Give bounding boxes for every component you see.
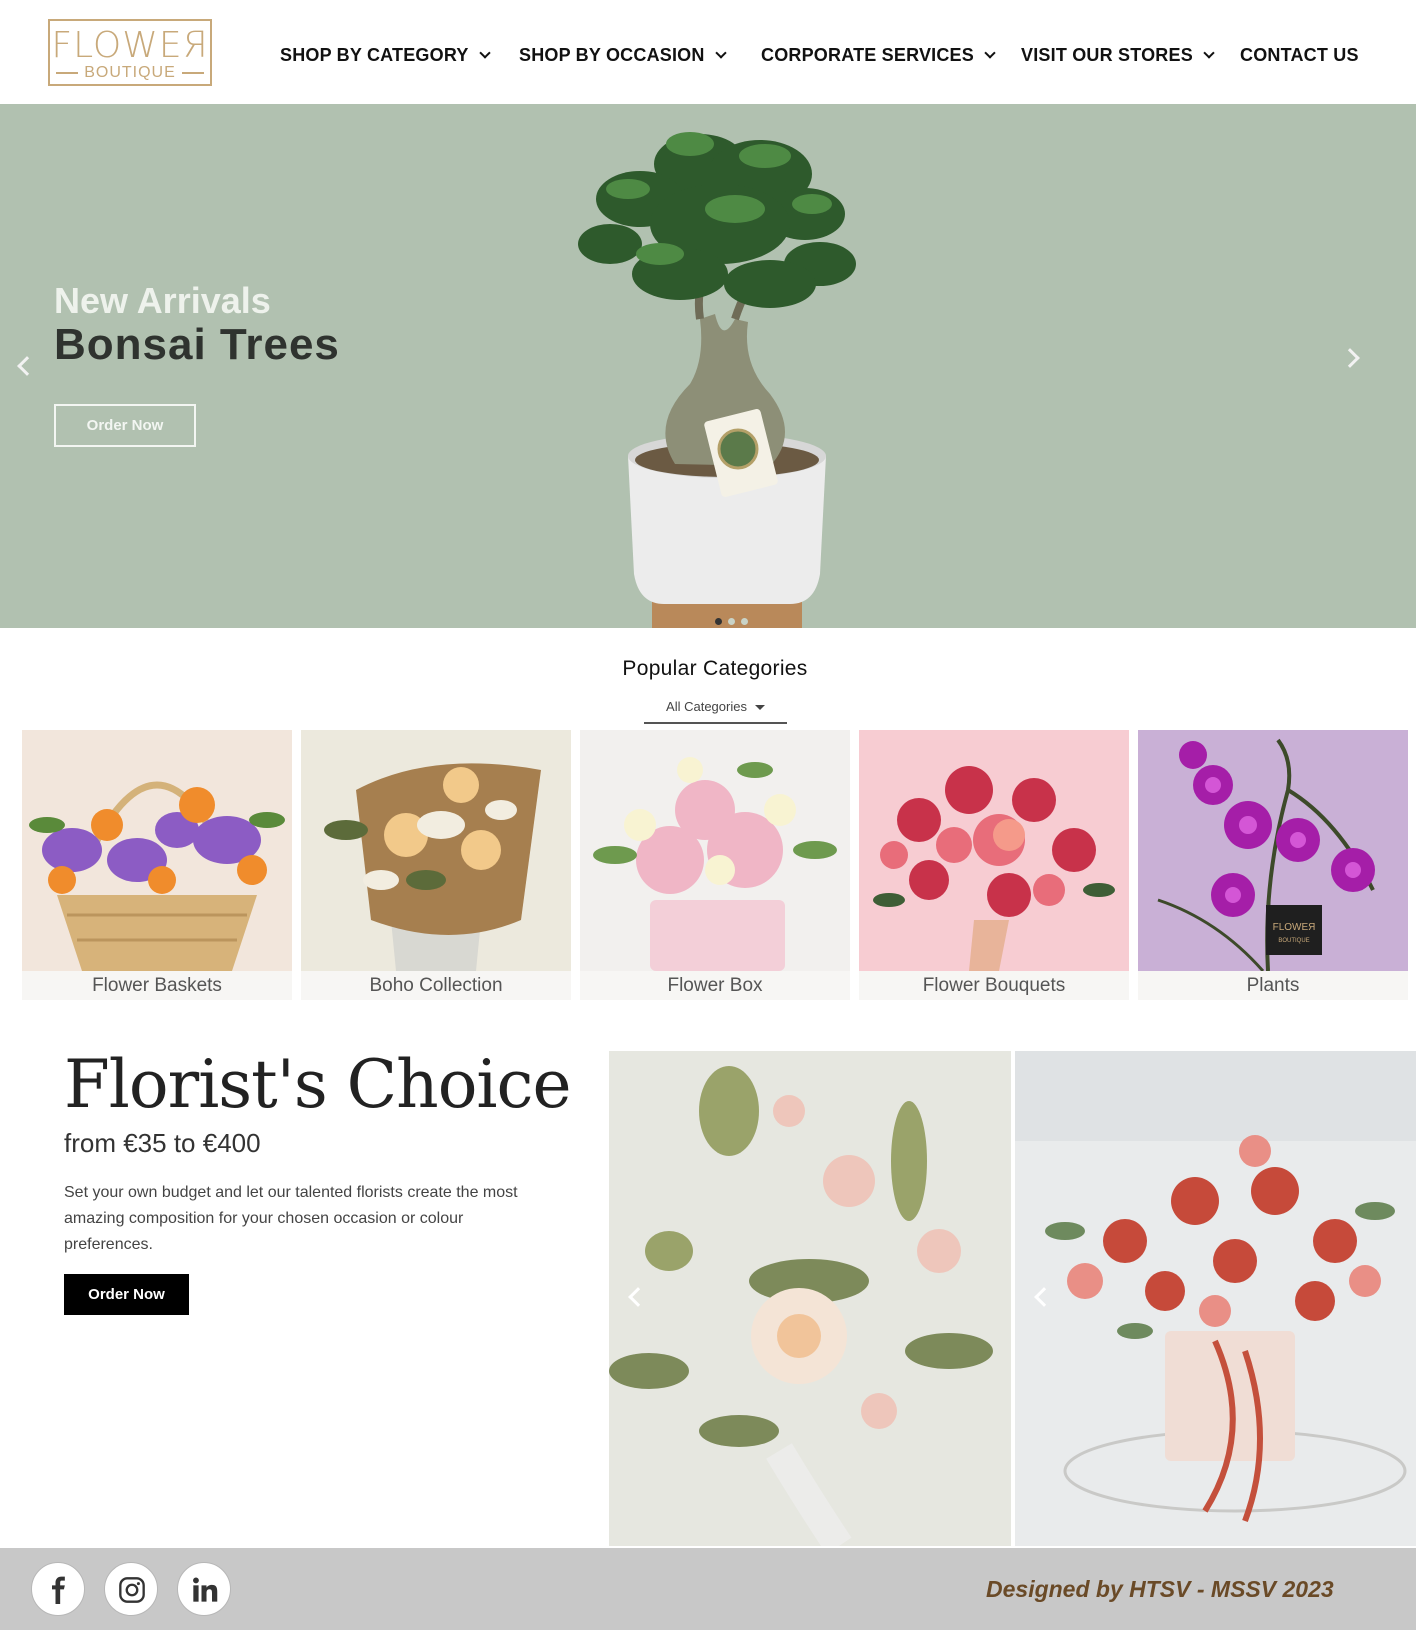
nav-label: CORPORATE SERVICES [761,45,974,65]
instagram-link[interactable] [104,1562,158,1616]
category-filter-value: All Categories [666,699,747,714]
footer-credit: Designed by HTSV - MSSV 2023 [986,1576,1334,1602]
hero-order-now-button[interactable]: Order Now [54,404,196,447]
popular-categories-title: Popular Categories [622,657,808,680]
linkedin-icon [193,1577,218,1602]
facebook-icon [52,1576,65,1604]
slider-dot[interactable] [715,618,722,625]
hero-title: Bonsai Trees [54,320,340,369]
brand-logo[interactable]: FLOWEЯ BOUTIQUE [48,19,212,86]
nav-visit-our-stores[interactable]: VISIT OUR STORES [1021,40,1215,70]
category-card-flower-baskets[interactable]: Flower Baskets [22,730,292,1000]
flower-basket-image [22,730,292,971]
nav-contact-us[interactable]: CONTACT US [1240,40,1359,70]
category-grid: Flower Baskets Boho Collection Flower Bo… [22,730,1408,1000]
site-footer: Designed by HTSV - MSSV 2023 [0,1548,1416,1630]
chevron-down-icon [1203,47,1215,59]
category-card-flower-box[interactable]: Flower Box [580,730,850,1000]
linkedin-link[interactable] [177,1562,231,1616]
slider-dots [712,612,751,628]
florist-choice-price: from €35 to €400 [64,1128,261,1158]
nav-shop-by-category[interactable]: SHOP BY CATEGORY [280,40,491,70]
product-tag-wordmark: FLOWEЯ [1273,922,1316,933]
flower-box-image [580,730,850,971]
facebook-link[interactable] [31,1562,85,1616]
hero-slider: New Arrivals Bonsai Trees Order Now [0,104,1416,628]
florist-choice-order-button[interactable]: Order Now [64,1274,189,1315]
category-label: Flower Box [667,975,763,996]
logo-subtitle: BOUTIQUE [50,64,210,82]
category-card-flower-bouquets[interactable]: Flower Bouquets [859,730,1129,1000]
nav-shop-by-occasion[interactable]: SHOP BY OCCASION [519,40,727,70]
chevron-down-icon [984,47,996,59]
site-header: FLOWEЯ BOUTIQUE SHOP BY CATEGORY SHOP BY… [0,0,1416,104]
florist-choice-description: Set your own budget and let our talented… [64,1184,518,1253]
category-label: Plants [1246,975,1300,996]
logo-wordmark: FLOWEЯ [51,25,209,66]
category-card-boho-collection[interactable]: Boho Collection [301,730,571,1000]
category-label: Boho Collection [369,975,503,996]
florist-gallery-image-2 [1015,1051,1416,1546]
slider-dot[interactable] [741,618,748,625]
nav-label: SHOP BY CATEGORY [280,45,469,65]
caret-down-icon [754,705,765,711]
florist-gallery-image-1 [609,1051,1011,1546]
chevron-down-icon [478,47,491,59]
category-label: Flower Bouquets [922,975,1066,996]
boho-bouquet-image [301,730,571,971]
nav-label: CONTACT US [1240,45,1359,65]
nav-label: VISIT OUR STORES [1021,45,1193,65]
nav-corporate-services[interactable]: CORPORATE SERVICES [761,40,996,70]
category-card-plants[interactable]: FLOWEЯ BOUTIQUE Plants [1138,730,1408,1000]
category-filter-dropdown[interactable]: All Categories [644,696,787,724]
slider-dot[interactable] [728,618,735,625]
chevron-down-icon [714,47,727,59]
nav-label: SHOP BY OCCASION [519,45,705,65]
orchid-image: FLOWEЯ BOUTIQUE [1138,730,1408,971]
category-label: Flower Baskets [92,975,222,996]
product-tag-subtitle: BOUTIQUE [1278,938,1309,944]
hero-subtitle: New Arrivals [54,280,271,321]
rose-bouquet-image [859,730,1129,971]
florist-choice-title: Florist's Choice [64,1046,572,1123]
instagram-icon [119,1577,145,1603]
